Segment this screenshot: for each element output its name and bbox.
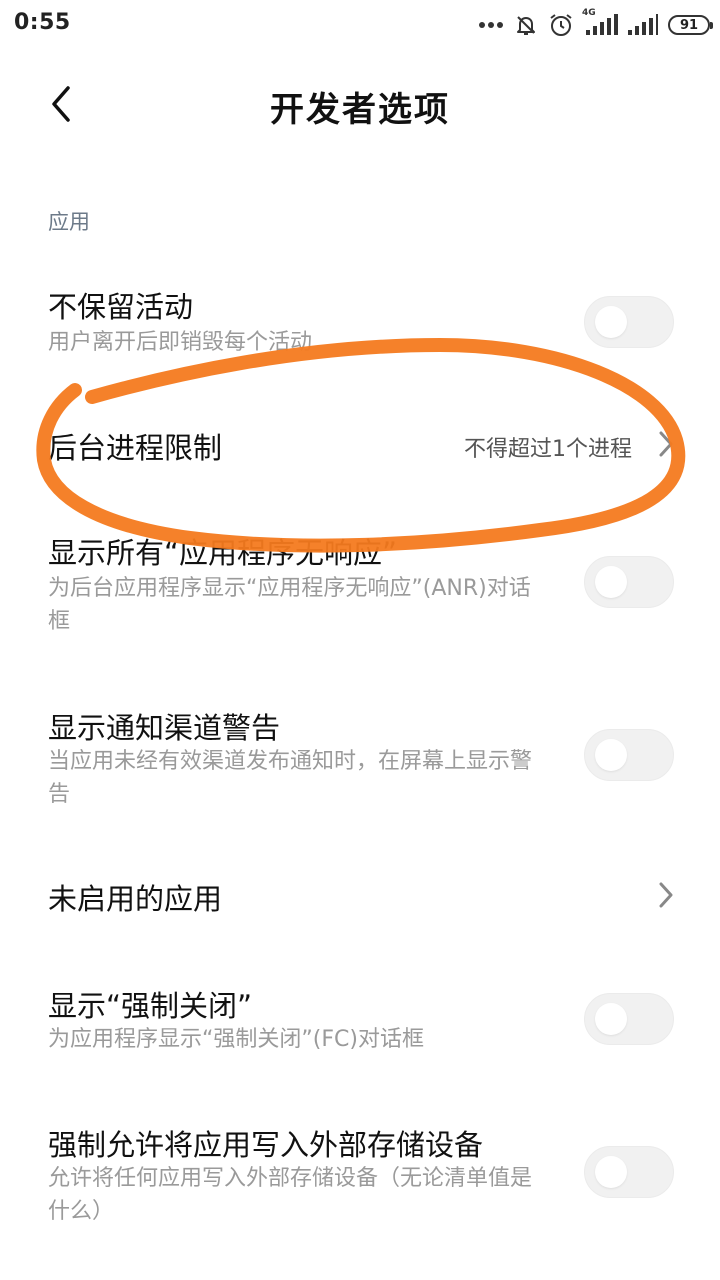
- setting-row-force-allow-external-storage[interactable]: 强制允许将应用写入外部存储设备 允许将任何应用写入外部存储设备（无论清单值是什么…: [0, 1118, 720, 1238]
- toggle-knob: [595, 1003, 627, 1035]
- setting-subtitle: 用户离开后即销毁每个活动: [48, 330, 313, 355]
- toggle-switch[interactable]: [584, 556, 674, 608]
- setting-subtitle: 为后台应用程序显示“应用程序无响应”(ANR)对话框: [48, 576, 531, 634]
- bell-off-icon: [514, 13, 538, 37]
- toggle-knob: [595, 306, 627, 338]
- toggle-knob: [595, 1156, 627, 1188]
- setting-title: 后台进程限制: [48, 431, 223, 465]
- status-icons: 4G 91: [478, 8, 713, 42]
- orange-highlight-annotation: [36, 338, 686, 553]
- network-type-label: 4G: [582, 8, 596, 18]
- section-label: 应用: [48, 210, 90, 234]
- setting-title: 不保留活动: [48, 290, 194, 324]
- toggle-switch[interactable]: [584, 296, 674, 348]
- cellular-signal-4g-icon: 4G: [582, 8, 618, 36]
- setting-row-show-force-close[interactable]: 显示“强制关闭” 为应用程序显示“强制关闭”(FC)对话框: [0, 975, 720, 1075]
- page-title: 开发者选项: [270, 90, 450, 130]
- setting-title: 显示通知渠道警告: [48, 711, 281, 745]
- setting-title: 未启用的应用: [48, 882, 223, 916]
- toggle-switch[interactable]: [584, 993, 674, 1045]
- status-time: 0:55: [14, 10, 71, 35]
- chevron-right-icon: [659, 431, 673, 457]
- setting-row-notification-channel-warnings[interactable]: 显示通知渠道警告 当应用未经有效渠道发布通知时，在屏幕上显示警告: [0, 695, 720, 815]
- setting-subtitle: 当应用未经有效渠道发布通知时，在屏幕上显示警告: [48, 749, 533, 807]
- battery-indicator: 91: [668, 15, 713, 35]
- setting-value: 不得超过1个进程: [464, 437, 632, 462]
- setting-subtitle: 为应用程序显示“强制关闭”(FC)对话框: [48, 1027, 424, 1052]
- setting-subtitle: 允许将任何应用写入外部存储设备（无论清单值是什么）: [48, 1166, 533, 1224]
- setting-title: 显示“强制关闭”: [48, 989, 253, 1023]
- cellular-signal-icon: [628, 14, 658, 36]
- setting-title: 强制允许将应用写入外部存储设备: [48, 1128, 484, 1162]
- more-dots-icon: [478, 21, 504, 29]
- chevron-right-icon: [659, 882, 673, 908]
- alarm-clock-icon: [548, 12, 574, 38]
- setting-row-background-process-limit[interactable]: 后台进程限制 不得超过1个进程: [0, 405, 720, 485]
- setting-row-show-all-anrs[interactable]: 显示所有“应用程序无响应” 为后台应用程序显示“应用程序无响应”(ANR)对话框: [0, 520, 720, 640]
- setting-row-dont-keep-activities[interactable]: 不保留活动 用户离开后即销毁每个活动: [0, 270, 720, 370]
- battery-level: 91: [679, 17, 699, 33]
- toggle-switch[interactable]: [584, 729, 674, 781]
- toggle-knob: [595, 739, 627, 771]
- header: 开发者选项: [0, 60, 720, 150]
- setting-title: 显示所有“应用程序无响应”: [48, 536, 398, 570]
- setting-row-inactive-apps[interactable]: 未启用的应用: [0, 860, 720, 930]
- toggle-switch[interactable]: [584, 1146, 674, 1198]
- toggle-knob: [595, 566, 627, 598]
- status-bar: 0:55 4G 91: [0, 0, 720, 52]
